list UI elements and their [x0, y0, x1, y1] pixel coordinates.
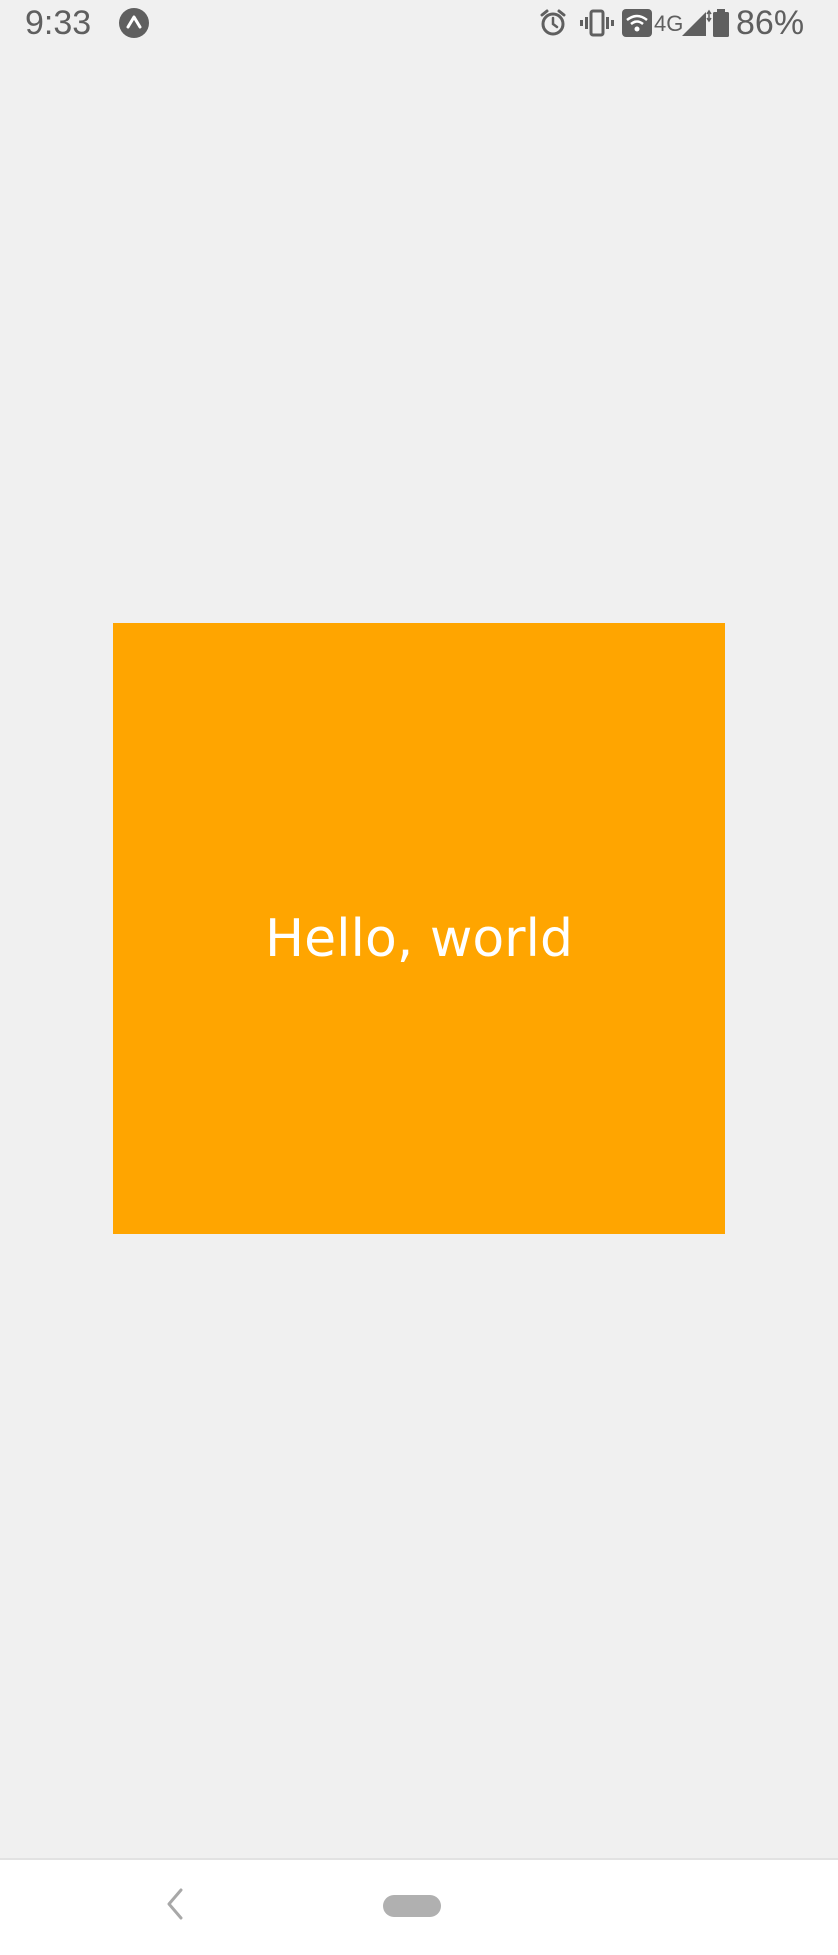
back-button[interactable]: [158, 1884, 192, 1924]
navigation-bar: [0, 1858, 838, 1955]
app-screen: 9:33 4G 86% Hello, world: [0, 0, 838, 1955]
hello-text: Hello, world: [264, 908, 574, 969]
main-content: Hello, world: [0, 0, 838, 1858]
back-icon: [167, 1888, 183, 1920]
hello-box: Hello, world: [113, 623, 725, 1234]
home-pill[interactable]: [383, 1895, 441, 1917]
